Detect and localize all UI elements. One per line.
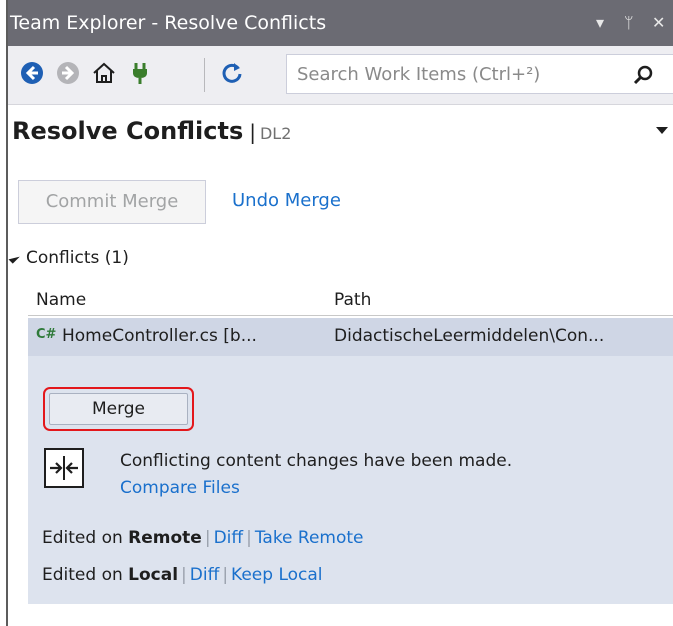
back-icon[interactable]	[18, 59, 46, 87]
take-remote-link[interactable]: Take Remote	[255, 528, 364, 548]
home-icon[interactable]	[90, 59, 118, 87]
content-conflict-icon	[44, 448, 84, 488]
page-title: Resolve Conflicts | DL2	[12, 117, 291, 145]
conflicts-section-header[interactable]: Conflicts (1)	[8, 248, 129, 268]
conflict-row[interactable]: C# HomeController.cs [b... DidactischeLe…	[28, 318, 673, 356]
merge-button-highlight: Merge	[43, 387, 194, 431]
column-header-path[interactable]: Path	[334, 290, 371, 310]
divider: |	[181, 565, 187, 585]
page-title-text: Resolve Conflicts	[12, 117, 244, 145]
conflicts-section-label: Conflicts (1)	[26, 248, 129, 268]
title-separator: |	[249, 120, 256, 144]
local-label: Local	[128, 565, 179, 585]
conflict-message: Conflicting content changes have been ma…	[120, 451, 513, 471]
conflict-detail-panel: Merge Conflicting content changes have b…	[28, 356, 673, 604]
dropdown-icon[interactable]: ▾	[596, 0, 604, 46]
csharp-file-icon: C#	[36, 327, 57, 342]
search-placeholder: Search Work Items (Ctrl+²)	[297, 64, 541, 85]
page-menu-dropdown-icon[interactable]	[656, 127, 668, 134]
divider: |	[204, 528, 211, 548]
connect-icon[interactable]	[126, 59, 154, 87]
merge-button[interactable]: Merge	[49, 393, 188, 425]
search-work-items-input[interactable]: Search Work Items (Ctrl+²)	[286, 54, 673, 94]
conflict-file-path: DidactischeLeermiddelen\Con...	[334, 326, 605, 346]
local-diff-link[interactable]: Diff	[190, 565, 220, 585]
window-title: Team Explorer - Resolve Conflicts	[10, 12, 327, 34]
pin-icon[interactable]: ᛘ	[624, 0, 634, 46]
conflict-file-name: HomeController.cs [b...	[62, 326, 257, 346]
local-prefix: Edited on	[42, 565, 129, 585]
search-icon[interactable]	[632, 63, 656, 87]
title-bar: Team Explorer - Resolve Conflicts ▾ ᛘ ✕	[8, 0, 673, 46]
column-header-name[interactable]: Name	[36, 290, 86, 310]
remote-label: Remote	[128, 528, 202, 548]
remote-diff-link[interactable]: Diff	[214, 528, 244, 548]
toolbar: Search Work Items (Ctrl+²)	[8, 46, 673, 105]
close-icon[interactable]: ✕	[652, 0, 665, 46]
keep-local-link[interactable]: Keep Local	[231, 565, 322, 585]
commit-merge-button[interactable]: Commit Merge	[18, 180, 206, 224]
forward-icon[interactable]	[54, 59, 82, 87]
branch-name: DL2	[259, 124, 292, 143]
undo-merge-link[interactable]: Undo Merge	[232, 190, 341, 211]
column-header-divider	[28, 315, 673, 316]
refresh-icon[interactable]	[218, 59, 246, 87]
compare-files-link[interactable]: Compare Files	[120, 478, 240, 498]
toolbar-separator	[204, 58, 205, 92]
divider: |	[246, 528, 252, 548]
remote-prefix: Edited on	[42, 528, 129, 548]
edited-on-local-line: Edited on Local | Diff | Keep Local	[42, 565, 323, 585]
edited-on-remote-line: Edited on Remote | Diff | Take Remote	[42, 528, 364, 548]
divider: |	[222, 565, 229, 585]
expand-triangle-icon[interactable]	[8, 252, 20, 264]
